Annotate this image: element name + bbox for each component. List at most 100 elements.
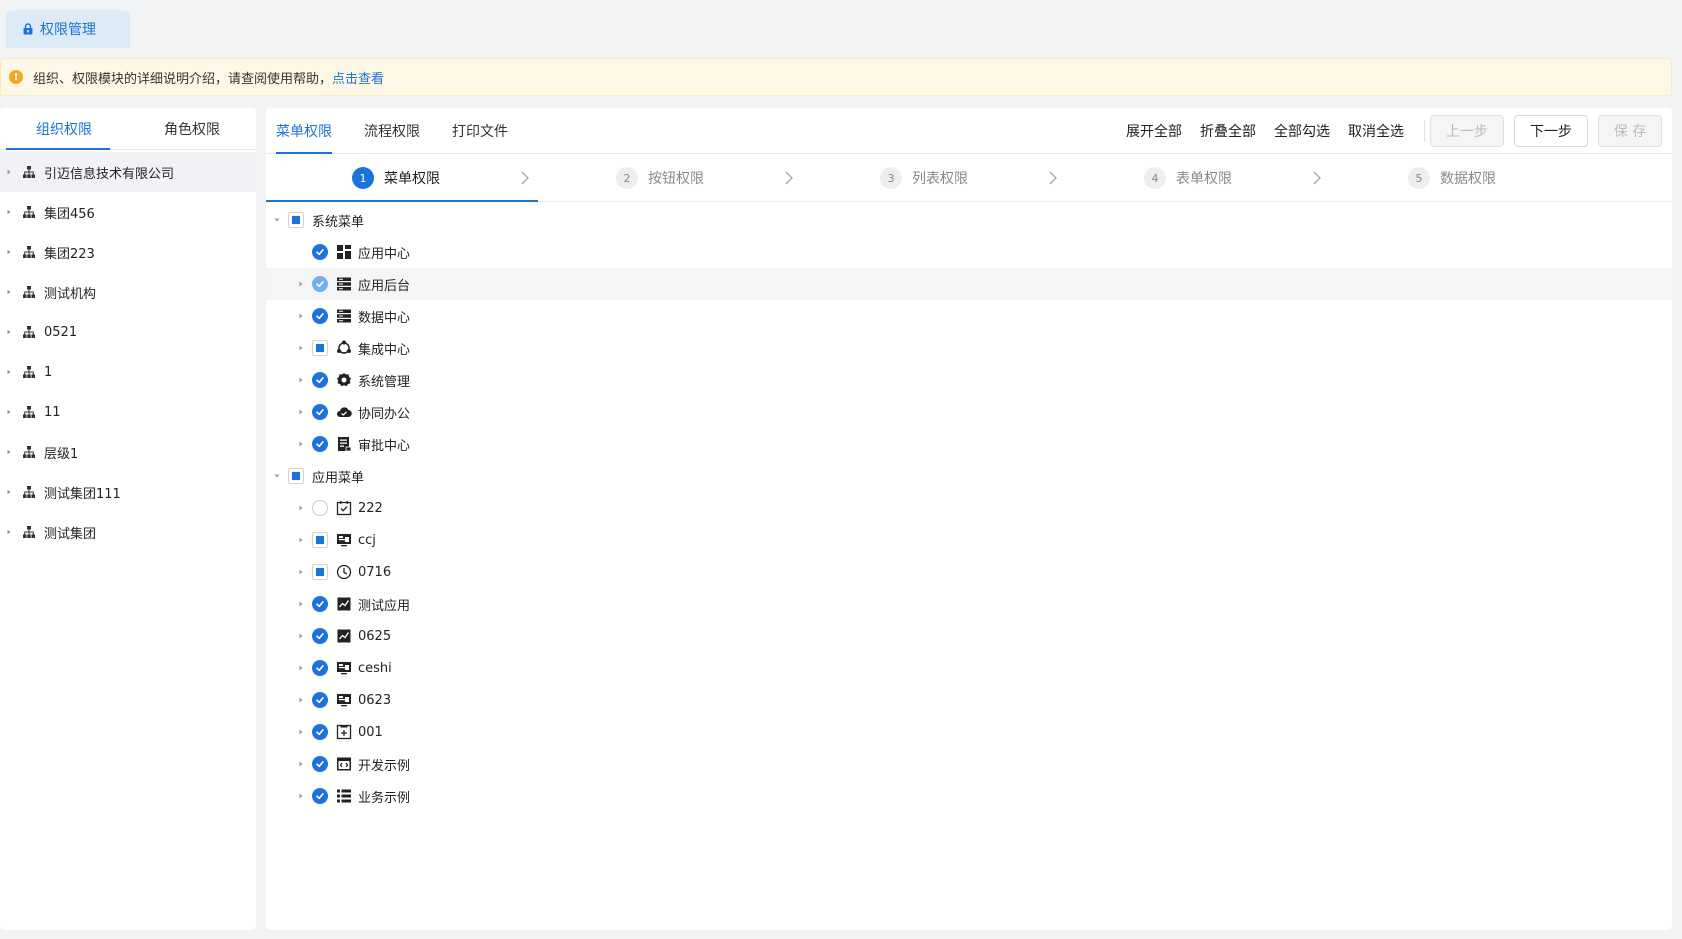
checkbox-indeterminate[interactable] [312, 340, 328, 356]
caret-right-icon[interactable] [296, 791, 306, 801]
caret-right-icon[interactable] [296, 759, 306, 769]
org-item[interactable]: 11 [0, 392, 256, 432]
caret-right-icon[interactable] [296, 599, 306, 609]
org-item[interactable]: 集团456 [0, 192, 256, 232]
checkbox-indeterminate[interactable] [312, 564, 328, 580]
checkbox-checked[interactable] [312, 660, 328, 676]
tree-node[interactable]: ceshi [266, 652, 1672, 684]
step-label: 按钮权限 [648, 171, 704, 187]
caret-right-icon[interactable] [4, 327, 14, 337]
caret-right-icon[interactable] [296, 727, 306, 737]
org-item[interactable]: 引迈信息技术有限公司 [0, 152, 256, 192]
org-item[interactable]: 层级1 [0, 432, 256, 472]
prev-step-button[interactable]: 上一步 [1430, 115, 1504, 147]
checkbox-checked[interactable] [312, 244, 328, 260]
tree-node[interactable]: 集成中心 [266, 332, 1672, 364]
caret-right-icon[interactable] [4, 407, 14, 417]
caret-right-icon[interactable] [296, 567, 306, 577]
caret-right-icon[interactable] [296, 311, 306, 321]
caret-right-icon[interactable] [4, 527, 14, 537]
check-all-button[interactable]: 全部勾选 [1274, 108, 1330, 154]
checkbox-checked[interactable] [312, 692, 328, 708]
caret-right-icon[interactable] [4, 487, 14, 497]
tree-node[interactable]: 0716 [266, 556, 1672, 588]
tree-node[interactable]: 222 [266, 492, 1672, 524]
next-step-button[interactable]: 下一步 [1514, 115, 1588, 147]
caret-right-icon[interactable] [296, 663, 306, 673]
tab-role-permission[interactable]: 角色权限 [128, 108, 256, 150]
tab-permission-management[interactable]: 权限管理 [6, 10, 130, 48]
caret-down-icon[interactable] [272, 215, 282, 225]
tree-node[interactable]: 审批中心 [266, 428, 1672, 460]
checkbox-checked[interactable] [312, 436, 328, 452]
checkbox-checked[interactable] [312, 628, 328, 644]
checkbox-checked[interactable] [312, 308, 328, 324]
org-item[interactable]: 1 [0, 352, 256, 392]
tree-node[interactable]: 系统管理 [266, 364, 1672, 396]
org-tree: 引迈信息技术有限公司 集团456 集团223 测试机构 0521 1 11 层级1 测试集团11… [0, 150, 256, 552]
step-5[interactable]: 5 数据权限 [1408, 154, 1496, 202]
tree-group-system[interactable]: 系统菜单 [266, 204, 1672, 236]
caret-right-icon[interactable] [296, 439, 306, 449]
tree-group-app[interactable]: 应用菜单 [266, 460, 1672, 492]
org-item[interactable]: 测试集团 [0, 512, 256, 552]
caret-right-icon[interactable] [4, 207, 14, 217]
caret-right-icon[interactable] [4, 167, 14, 177]
tree-node[interactable]: 001 [266, 716, 1672, 748]
checkbox-indeterminate[interactable] [288, 468, 304, 484]
tree-node[interactable]: ccj [266, 524, 1672, 556]
tree-node[interactable]: 0623 [266, 684, 1672, 716]
tree-node[interactable]: 应用中心 [266, 236, 1672, 268]
org-item[interactable]: 0521 [0, 312, 256, 352]
tree-node[interactable]: 0625 [266, 620, 1672, 652]
tree-node[interactable]: 应用后台 [266, 268, 1672, 300]
checkbox-checked[interactable] [312, 788, 328, 804]
tree-node[interactable]: 协同办公 [266, 396, 1672, 428]
caret-right-icon[interactable] [4, 367, 14, 377]
caret-right-icon[interactable] [296, 695, 306, 705]
org-tree-icon [22, 165, 36, 179]
checkbox-checked[interactable] [312, 596, 328, 612]
caret-right-icon[interactable] [4, 247, 14, 257]
caret-right-icon[interactable] [296, 375, 306, 385]
caret-right-icon[interactable] [296, 279, 306, 289]
checkbox-checked[interactable] [312, 276, 328, 292]
caret-right-icon[interactable] [296, 535, 306, 545]
checkbox-checked[interactable] [312, 404, 328, 420]
checkbox-checked[interactable] [312, 372, 328, 388]
caret-right-icon[interactable] [296, 343, 306, 353]
checkbox-checked[interactable] [312, 724, 328, 740]
step-4[interactable]: 4 表单权限 [1144, 154, 1232, 202]
org-item[interactable]: 测试机构 [0, 272, 256, 312]
tree-node[interactable]: 测试应用 [266, 588, 1672, 620]
tab-org-permission[interactable]: 组织权限 [0, 108, 128, 150]
step-3[interactable]: 3 列表权限 [880, 154, 968, 202]
caret-right-icon[interactable] [296, 407, 306, 417]
checkbox-indeterminate[interactable] [288, 212, 304, 228]
collapse-all-button[interactable]: 折叠全部 [1200, 108, 1256, 154]
help-link[interactable]: 点击查看 [332, 68, 384, 87]
org-item[interactable]: 测试集团111 [0, 472, 256, 512]
caret-right-icon[interactable] [296, 631, 306, 641]
caret-down-icon[interactable] [272, 471, 282, 481]
org-item[interactable]: 集团223 [0, 232, 256, 272]
save-button[interactable]: 保 存 [1598, 115, 1662, 147]
tree-group-label: 应用菜单 [312, 470, 365, 486]
tab-print-file[interactable]: 打印文件 [452, 108, 508, 154]
checkbox-unchecked[interactable] [312, 500, 328, 516]
tree-node[interactable]: 业务示例 [266, 780, 1672, 812]
caret-right-icon[interactable] [4, 447, 14, 457]
tree-node[interactable]: 开发示例 [266, 748, 1672, 780]
tab-menu-permission[interactable]: 菜单权限 [276, 108, 332, 154]
step-2[interactable]: 2 按钮权限 [616, 154, 704, 202]
caret-right-icon[interactable] [296, 503, 306, 513]
uncheck-all-button[interactable]: 取消全选 [1348, 108, 1404, 154]
tab-flow-permission[interactable]: 流程权限 [364, 108, 420, 154]
step-1[interactable]: 1 菜单权限 [352, 154, 440, 202]
caret-right-icon[interactable] [4, 287, 14, 297]
tree-node-label: 0716 [358, 564, 392, 580]
checkbox-indeterminate[interactable] [312, 532, 328, 548]
tree-node[interactable]: 数据中心 [266, 300, 1672, 332]
checkbox-checked[interactable] [312, 756, 328, 772]
expand-all-button[interactable]: 展开全部 [1126, 108, 1182, 154]
